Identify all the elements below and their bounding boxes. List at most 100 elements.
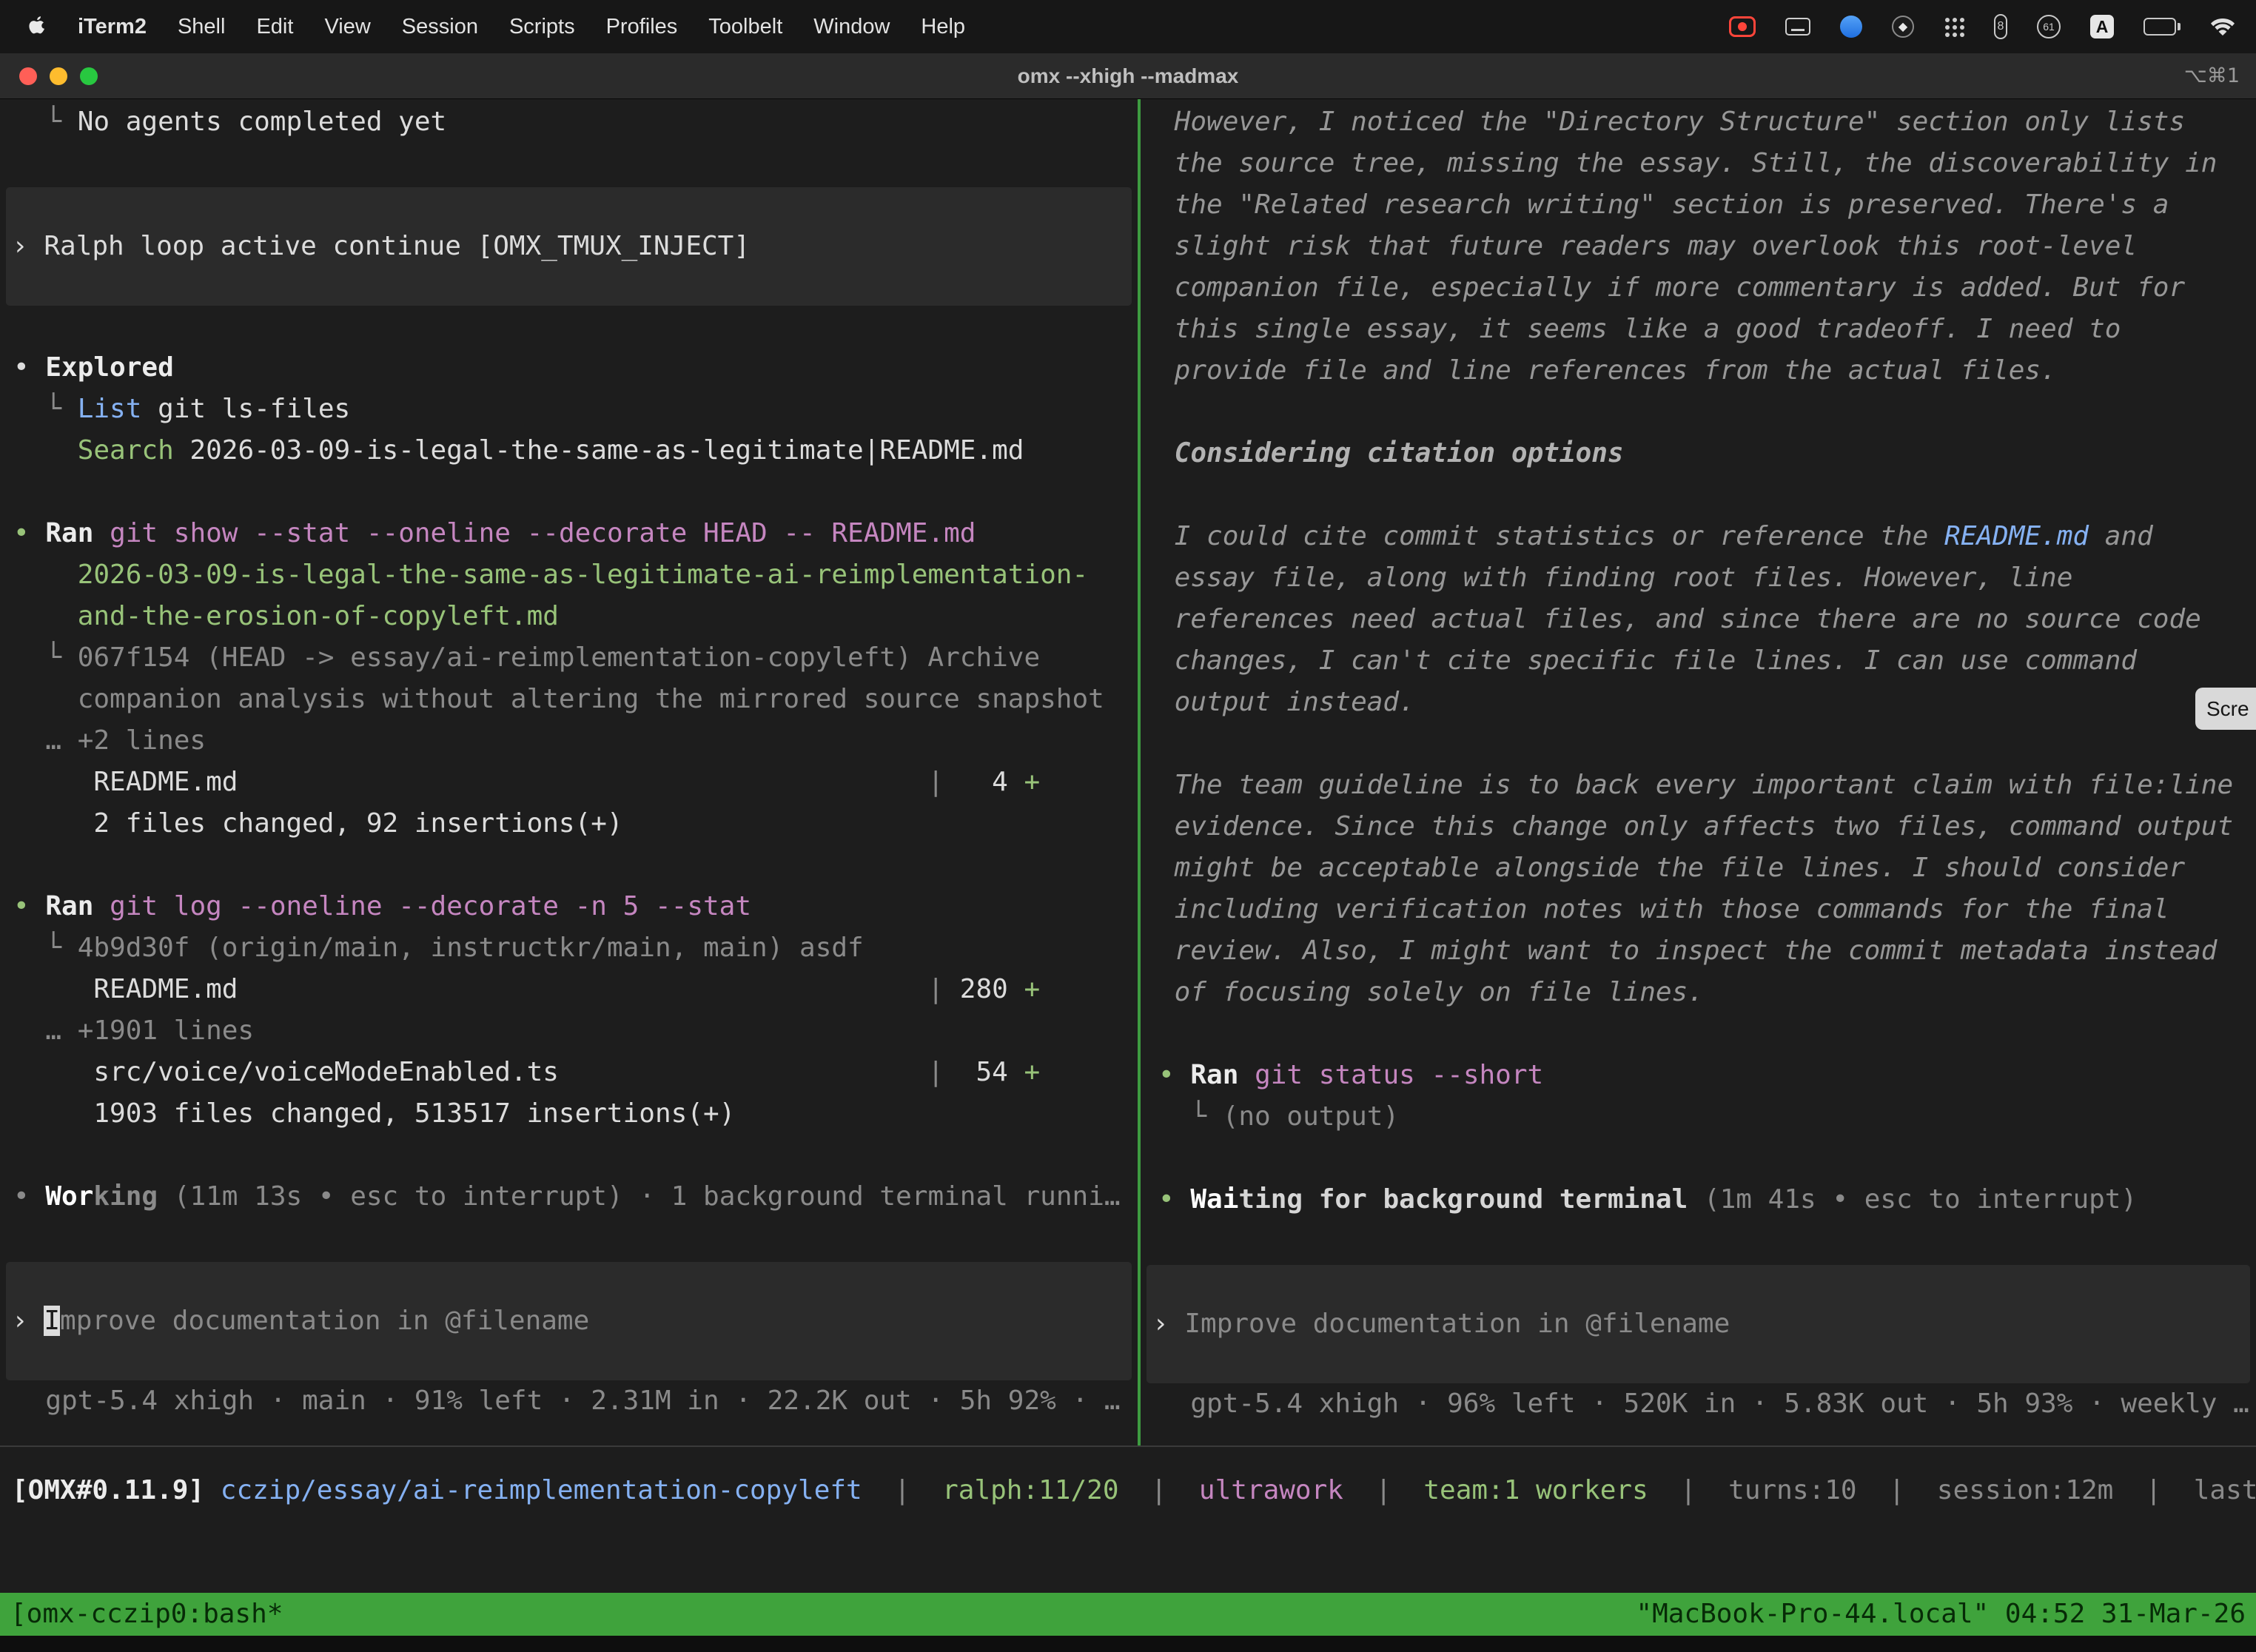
tmux-status-bar: [omx-cczip0:bash* "MacBook-Pro-44.local"…	[0, 1593, 2256, 1636]
menu-item-profiles[interactable]: Profiles	[591, 15, 694, 39]
text-segment: and-the-erosion-of-copyleft.md	[78, 601, 559, 631]
menu-status-icons: ◆ 8 61 A	[1729, 14, 2235, 39]
menu-item-view[interactable]: View	[309, 15, 386, 39]
zoom-button[interactable]	[80, 67, 98, 85]
text-segment	[13, 601, 78, 631]
text-segment: ›	[12, 231, 44, 261]
menu-item-scripts[interactable]: Scripts	[494, 15, 591, 39]
text-segment: 4b9d30f (origin/main, instructkr/main, m…	[78, 933, 864, 963]
blank-line	[13, 471, 1138, 513]
text-segment	[559, 1057, 928, 1087]
waiting-status-line: • Waiting for background terminal (1m 41…	[1158, 1179, 2256, 1220]
text-segment: +	[1024, 767, 1040, 797]
pill-widget-icon[interactable]: 8	[1994, 14, 2007, 39]
text-segment: git status --short	[1255, 1060, 1543, 1090]
wifi-icon[interactable]	[2210, 17, 2235, 36]
text-segment: mprove documentation in @filename	[60, 1306, 589, 1336]
menu-item-help[interactable]: Help	[905, 15, 981, 39]
text-segment: Ralph loop active continue [OMX_TMUX_INJ…	[44, 231, 750, 261]
terminal-line: └ 4b9d30f (origin/main, instructkr/main,…	[13, 927, 1138, 969]
keyboard-icon[interactable]	[1785, 18, 1810, 36]
blank-line	[1158, 474, 2256, 516]
browser-app-icon[interactable]	[1840, 16, 1862, 38]
text-segment: +	[1024, 974, 1040, 1004]
window-title: omx --xhigh --madmax	[0, 64, 2256, 88]
prompt-input[interactable]: › Improve documentation in @filename	[1147, 1265, 2250, 1383]
text-segment: king	[93, 1181, 158, 1212]
terminal-line: └ 067f154 (HEAD -> essay/ai-reimplementa…	[13, 637, 1138, 679]
menu-item-toolbelt[interactable]: Toolbelt	[693, 15, 798, 39]
text-segment	[1238, 1060, 1255, 1090]
agents-status-line: └ No agents completed yet	[13, 101, 1138, 143]
text-segment: 067f154 (HEAD -> essay/ai-reimplementati…	[78, 642, 1040, 673]
menu-bar: iTerm2ShellEditViewSessionScriptsProfile…	[0, 0, 2256, 53]
text-segment: essay file, along with finding root file…	[1158, 563, 2072, 593]
tmux-session-label[interactable]: [omx-cczip0:bash*	[10, 1593, 283, 1636]
text-segment: ›	[1152, 1309, 1184, 1339]
apple-icon[interactable]	[28, 14, 50, 39]
terminal-line: slight risk that future readers may over…	[1158, 226, 2256, 267]
text-segment: └	[13, 642, 78, 673]
text-segment: Wor	[45, 1181, 93, 1212]
text-segment: team:1 workers	[1423, 1475, 1648, 1505]
battery-percent-icon[interactable]: 61	[2037, 15, 2061, 38]
text-segment	[158, 1181, 174, 1212]
menu-item-session[interactable]: Session	[386, 15, 494, 39]
text-segment: the source tree, missing the essay. Stil…	[1158, 148, 2217, 178]
menu-item-window[interactable]: Window	[798, 15, 905, 39]
screen-recording-indicator-icon[interactable]	[1729, 16, 1756, 37]
terminal-line: … +2 lines	[13, 720, 1138, 762]
terminal-line: › Improve documentation in @filename	[12, 1300, 1126, 1342]
omx-status-bar: [OMX#0.11.9] cczip/essay/ai-reimplementa…	[12, 1470, 2256, 1511]
app-grid-icon[interactable]	[1944, 16, 1964, 37]
terminal-line: Search 2026-03-09-is-legal-the-same-as-l…	[13, 430, 1138, 471]
thinking-heading: Considering citation options	[1158, 433, 2256, 474]
terminal-line: README.md | 280 +	[13, 969, 1138, 1010]
text-segment: ting for background terminal	[1238, 1184, 1688, 1215]
terminal-line: └ (no output)	[1158, 1096, 2256, 1138]
terminal-line: provide file and line references from th…	[1158, 350, 2256, 392]
terminal-line: … +1901 lines	[13, 1010, 1138, 1052]
text-segment: No agents completed yet	[78, 107, 447, 137]
terminal-line: However, I noticed the "Directory Struct…	[1158, 101, 2256, 143]
traffic-lights	[19, 67, 98, 85]
menu-item-iterm2[interactable]: iTerm2	[62, 15, 162, 39]
battery-icon[interactable]	[2143, 18, 2181, 36]
text-segment: might be acceptable alongside the file l…	[1158, 853, 2185, 883]
text-segment: Search	[78, 435, 174, 466]
close-button[interactable]	[19, 67, 37, 85]
text-segment: └	[13, 933, 78, 963]
text-segment: README.md	[13, 974, 238, 1004]
text-segment: Explored	[45, 352, 173, 383]
text-segment: I could cite commit statistics or refere…	[1158, 521, 1944, 551]
terminal-line: • Explored	[13, 347, 1138, 389]
ralph-loop-notice: › Ralph loop active continue [OMX_TMUX_I…	[6, 187, 1132, 306]
menu-item-edit[interactable]: Edit	[241, 15, 309, 39]
text-segment: •	[1158, 1184, 1190, 1215]
blank-line	[1158, 1138, 2256, 1179]
terminal-line: including verification notes with those …	[1158, 889, 2256, 930]
screenshot-overlay-button[interactable]: Scre	[2195, 688, 2256, 730]
menu-item-shell[interactable]: Shell	[162, 15, 241, 39]
input-source-icon[interactable]: A	[2090, 15, 2114, 38]
text-segment: git ls-files	[141, 394, 350, 424]
text-segment: git log --oneline --decorate -n 5 --stat	[110, 891, 751, 921]
text-segment: session:12m	[1937, 1475, 2113, 1505]
blank-line	[13, 306, 1138, 347]
text-segment: references need actual files, and since …	[1158, 604, 2201, 634]
terminal-line: output instead.	[1158, 682, 2256, 723]
blank-line	[13, 1218, 1138, 1259]
text-segment	[13, 560, 78, 590]
text-segment: 4	[944, 767, 1024, 797]
dark-app-icon[interactable]: ◆	[1892, 16, 1914, 38]
text-segment: +	[1024, 1057, 1040, 1087]
text-segment: |	[927, 767, 944, 797]
prompt-input[interactable]: › Improve documentation in @filename	[6, 1262, 1132, 1380]
text-segment: including verification notes with those …	[1158, 894, 2169, 924]
text-segment: of focusing solely on file lines.	[1158, 977, 1704, 1007]
minimize-button[interactable]	[50, 67, 67, 85]
text-segment: |	[927, 1057, 944, 1087]
blank-line	[1158, 1220, 2256, 1262]
terminal-line: changes, I can't cite specific file line…	[1158, 640, 2256, 682]
text-segment: … +1901 lines	[13, 1015, 254, 1046]
